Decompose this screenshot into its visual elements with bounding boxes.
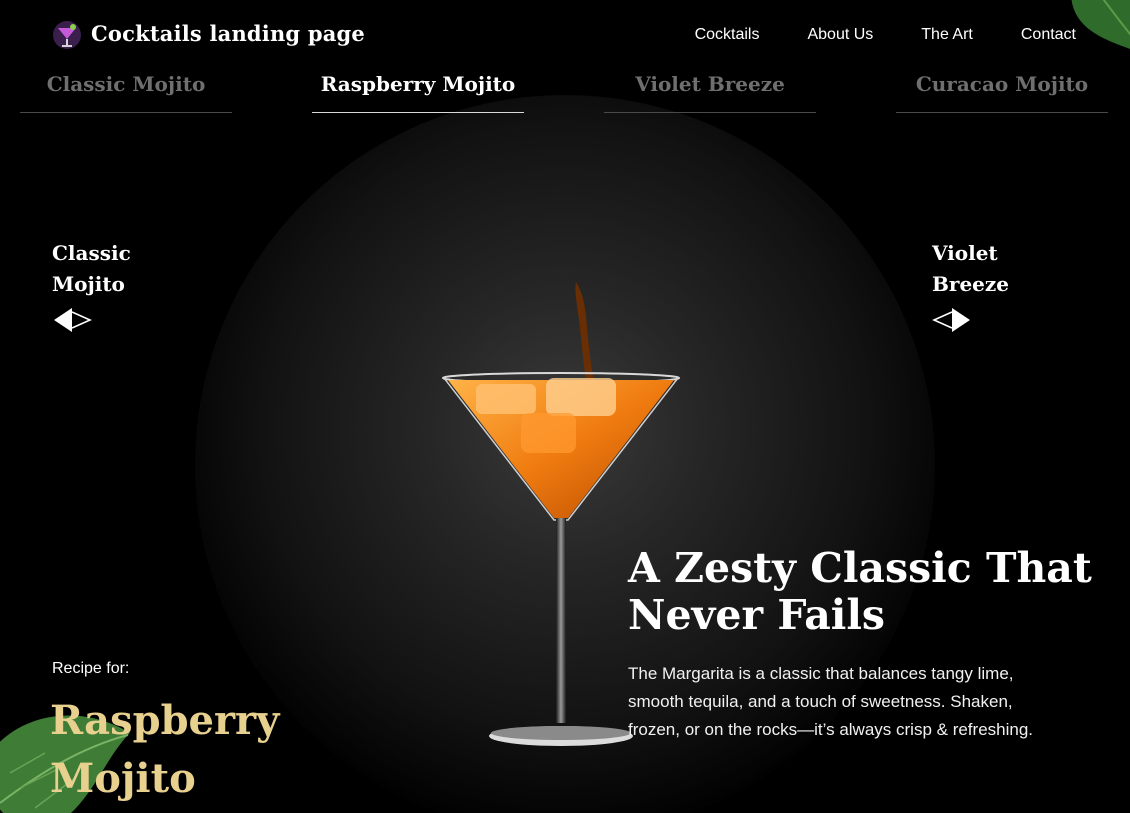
tab-classic-mojito[interactable]: Classic Mojito: [20, 68, 232, 113]
top-navigation: Cocktails landing page Cocktails About U…: [0, 0, 1130, 70]
tab-violet-breeze[interactable]: Violet Breeze: [604, 68, 816, 113]
brand-title[interactable]: Cocktails landing page: [91, 21, 365, 46]
cocktail-glass-icon[interactable]: [52, 20, 82, 50]
nav-link-the-art[interactable]: The Art: [921, 26, 973, 44]
arrow-left-icon[interactable]: [52, 306, 92, 334]
tab-curacao-mojito[interactable]: Curacao Mojito: [896, 68, 1108, 113]
cocktail-tabs: Classic Mojito Raspberry Mojito Violet B…: [20, 68, 1108, 114]
tab-raspberry-mojito[interactable]: Raspberry Mojito: [312, 68, 524, 113]
nav-link-cocktails[interactable]: Cocktails: [695, 26, 760, 44]
headline: A Zesty Classic That Never Fails: [628, 544, 1092, 639]
next-cocktail-name[interactable]: Violet Breeze: [932, 238, 1042, 300]
recipe-name: Raspberry Mojito: [50, 697, 280, 802]
description: The Margarita is a classic that balances…: [628, 664, 1034, 739]
nav-link-contact[interactable]: Contact: [1021, 26, 1076, 44]
recipe-label: Recipe for:: [52, 660, 130, 677]
nav-links: Cocktails About Us The Art Contact: [695, 26, 1076, 44]
arrow-right-icon[interactable]: [932, 306, 972, 334]
nav-link-about-us[interactable]: About Us: [807, 26, 873, 44]
prev-cocktail-name[interactable]: Classic Mojito: [52, 238, 172, 300]
